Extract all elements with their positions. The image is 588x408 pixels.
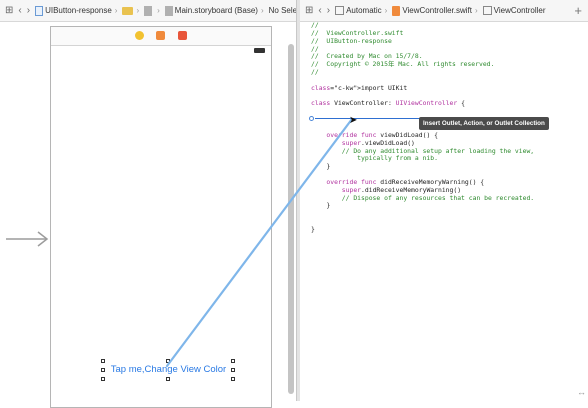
- insert-position-line: [315, 118, 423, 119]
- connection-drag-line: [165, 117, 354, 368]
- insert-outlet-tooltip: Insert Outlet, Action, or Outlet Collect…: [419, 117, 549, 130]
- mouse-cursor-icon: ➤: [349, 115, 358, 126]
- connection-insert-indicator: [309, 116, 314, 121]
